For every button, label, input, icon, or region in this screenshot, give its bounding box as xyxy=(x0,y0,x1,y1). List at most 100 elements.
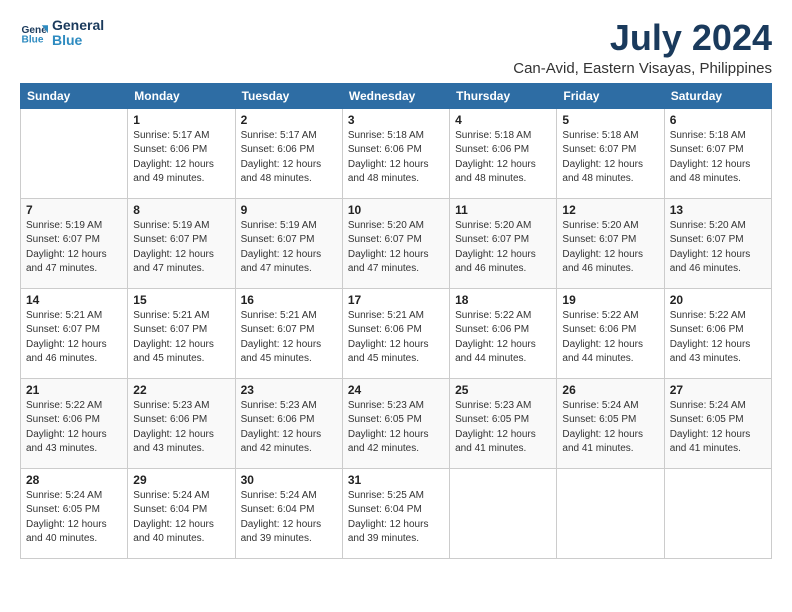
weekday-header-tuesday: Tuesday xyxy=(235,83,342,108)
day-info: Sunrise: 5:18 AMSunset: 6:06 PMDaylight:… xyxy=(455,129,551,187)
day-info: Sunrise: 5:19 AMSunset: 6:07 PMDaylight:… xyxy=(133,219,229,277)
day-info: Sunrise: 5:23 AMSunset: 6:05 PMDaylight:… xyxy=(348,399,444,457)
day-info: Sunrise: 5:21 AMSunset: 6:07 PMDaylight:… xyxy=(241,309,337,367)
weekday-header-wednesday: Wednesday xyxy=(342,83,449,108)
main-title: July 2024 xyxy=(513,18,772,58)
calendar-week-4: 21Sunrise: 5:22 AMSunset: 6:06 PMDayligh… xyxy=(21,378,772,468)
logo-blue: Blue xyxy=(52,33,104,48)
calendar-week-1: 1Sunrise: 5:17 AMSunset: 6:06 PMDaylight… xyxy=(21,108,772,198)
svg-text:Blue: Blue xyxy=(22,35,44,46)
day-number: 3 xyxy=(348,113,444,127)
day-info: Sunrise: 5:23 AMSunset: 6:05 PMDaylight:… xyxy=(455,399,551,457)
day-number: 16 xyxy=(241,293,337,307)
day-number: 29 xyxy=(133,473,229,487)
calendar-week-5: 28 Sunrise: 5:24 AMSunset: 6:05 PMDayligh… xyxy=(21,468,772,558)
day-number: 13 xyxy=(670,203,766,217)
day-number: 5 xyxy=(562,113,658,127)
calendar-cell: 30Sunrise: 5:24 AMSunset: 6:04 PMDayligh… xyxy=(235,468,342,558)
calendar-cell: 4 Sunrise: 5:18 AMSunset: 6:06 PMDaylight… xyxy=(450,108,557,198)
calendar-cell: 7Sunrise: 5:19 AMSunset: 6:07 PMDaylight… xyxy=(21,198,128,288)
title-block: July 2024 Can-Avid, Eastern Visayas, Phi… xyxy=(513,18,772,77)
calendar-cell: 25 Sunrise: 5:23 AMSunset: 6:05 PMDayligh… xyxy=(450,378,557,468)
calendar-cell: 11 Sunrise: 5:20 AMSunset: 6:07 PMDayligh… xyxy=(450,198,557,288)
calendar-cell: 15Sunrise: 5:21 AMSunset: 6:07 PMDayligh… xyxy=(128,288,235,378)
calendar-cell: 16 Sunrise: 5:21 AMSunset: 6:07 PMDayligh… xyxy=(235,288,342,378)
day-info: Sunrise: 5:24 AMSunset: 6:04 PMDaylight:… xyxy=(241,489,337,547)
calendar-week-2: 7 Sunrise: 5:19 AMSunset: 6:07 PMDaylight… xyxy=(21,198,772,288)
logo-general: General xyxy=(52,18,104,33)
calendar-cell: 31 Sunrise: 5:25 AMSunset: 6:04 PMDayligh… xyxy=(342,468,449,558)
day-info: Sunrise: 5:24 AMSunset: 6:04 PMDaylight:… xyxy=(133,489,229,547)
day-number: 2 xyxy=(241,113,337,127)
day-number: 8 xyxy=(133,203,229,217)
day-info: Sunrise: 5:22 AMSunset: 6:06 PMDaylight:… xyxy=(562,309,658,367)
calendar-cell: 9 Sunrise: 5:19 AMSunset: 6:07 PMDaylight… xyxy=(235,198,342,288)
day-info: Sunrise: 5:20 AMSunset: 6:07 PMDaylight:… xyxy=(670,219,766,277)
calendar-cell: 2Sunrise: 5:17 AMSunset: 6:06 PMDaylight… xyxy=(235,108,342,198)
page: General Blue General Blue July 2024 Can-… xyxy=(0,0,792,569)
day-number: 31 xyxy=(348,473,444,487)
calendar-cell: 5Sunrise: 5:18 AMSunset: 6:07 PMDaylight… xyxy=(557,108,664,198)
calendar-cell: 12 Sunrise: 5:20 AMSunset: 6:07 PMDayligh… xyxy=(557,198,664,288)
calendar-cell: 20Sunrise: 5:22 AMSunset: 6:06 PMDayligh… xyxy=(664,288,771,378)
calendar-cell: 24 Sunrise: 5:23 AMSunset: 6:05 PMDayligh… xyxy=(342,378,449,468)
day-number: 17 xyxy=(348,293,444,307)
day-number: 28 xyxy=(26,473,122,487)
calendar-cell xyxy=(21,108,128,198)
day-info: Sunrise: 5:22 AMSunset: 6:06 PMDaylight:… xyxy=(670,309,766,367)
calendar-cell xyxy=(450,468,557,558)
weekday-header-friday: Friday xyxy=(557,83,664,108)
weekday-header-saturday: Saturday xyxy=(664,83,771,108)
day-info: Sunrise: 5:23 AMSunset: 6:06 PMDaylight:… xyxy=(133,399,229,457)
day-number: 7 xyxy=(26,203,122,217)
day-number: 26 xyxy=(562,383,658,397)
day-number: 23 xyxy=(241,383,337,397)
logo-icon: General Blue xyxy=(20,19,48,47)
calendar-table: SundayMondayTuesdayWednesdayThursdayFrid… xyxy=(20,83,772,559)
day-number: 12 xyxy=(562,203,658,217)
day-number: 6 xyxy=(670,113,766,127)
day-info: Sunrise: 5:19 AMSunset: 6:07 PMDaylight:… xyxy=(241,219,337,277)
day-number: 27 xyxy=(670,383,766,397)
day-number: 21 xyxy=(26,383,122,397)
calendar-cell: 1Sunrise: 5:17 AMSunset: 6:06 PMDaylight… xyxy=(128,108,235,198)
calendar-cell: 26 Sunrise: 5:24 AMSunset: 6:05 PMDayligh… xyxy=(557,378,664,468)
header: General Blue General Blue July 2024 Can-… xyxy=(20,18,772,77)
calendar-body: 1Sunrise: 5:17 AMSunset: 6:06 PMDaylight… xyxy=(21,108,772,558)
day-number: 11 xyxy=(455,203,551,217)
calendar-cell: 19 Sunrise: 5:22 AMSunset: 6:06 PMDayligh… xyxy=(557,288,664,378)
day-info: Sunrise: 5:24 AMSunset: 6:05 PMDaylight:… xyxy=(26,489,122,547)
day-number: 24 xyxy=(348,383,444,397)
calendar-cell: 21Sunrise: 5:22 AMSunset: 6:06 PMDayligh… xyxy=(21,378,128,468)
day-number: 19 xyxy=(562,293,658,307)
day-info: Sunrise: 5:24 AMSunset: 6:05 PMDaylight:… xyxy=(562,399,658,457)
day-info: Sunrise: 5:20 AMSunset: 6:07 PMDaylight:… xyxy=(455,219,551,277)
calendar-cell: 22Sunrise: 5:23 AMSunset: 6:06 PMDayligh… xyxy=(128,378,235,468)
calendar-cell: 6 Sunrise: 5:18 AMSunset: 6:07 PMDaylight… xyxy=(664,108,771,198)
calendar-cell xyxy=(557,468,664,558)
calendar-cell xyxy=(664,468,771,558)
logo: General Blue General Blue xyxy=(20,18,104,49)
calendar-cell: 13 Sunrise: 5:20 AMSunset: 6:07 PMDayligh… xyxy=(664,198,771,288)
day-number: 25 xyxy=(455,383,551,397)
weekday-header-thursday: Thursday xyxy=(450,83,557,108)
day-info: Sunrise: 5:24 AMSunset: 6:05 PMDaylight:… xyxy=(670,399,766,457)
day-number: 14 xyxy=(26,293,122,307)
day-number: 18 xyxy=(455,293,551,307)
day-info: Sunrise: 5:21 AMSunset: 6:07 PMDaylight:… xyxy=(133,309,229,367)
calendar-cell: 29 Sunrise: 5:24 AMSunset: 6:04 PMDayligh… xyxy=(128,468,235,558)
calendar-cell: 10Sunrise: 5:20 AMSunset: 6:07 PMDayligh… xyxy=(342,198,449,288)
day-info: Sunrise: 5:18 AMSunset: 6:06 PMDaylight:… xyxy=(348,129,444,187)
day-number: 10 xyxy=(348,203,444,217)
calendar-cell: 14Sunrise: 5:21 AMSunset: 6:07 PMDayligh… xyxy=(21,288,128,378)
weekday-header-monday: Monday xyxy=(128,83,235,108)
day-number: 4 xyxy=(455,113,551,127)
day-number: 9 xyxy=(241,203,337,217)
day-info: Sunrise: 5:25 AMSunset: 6:04 PMDaylight:… xyxy=(348,489,444,547)
calendar-header: SundayMondayTuesdayWednesdayThursdayFrid… xyxy=(21,83,772,108)
calendar-cell: 17Sunrise: 5:21 AMSunset: 6:06 PMDayligh… xyxy=(342,288,449,378)
calendar-week-3: 14 Sunrise: 5:21 AMSunset: 6:07 PMDayligh… xyxy=(21,288,772,378)
subtitle: Can-Avid, Eastern Visayas, Philippines xyxy=(513,60,772,77)
day-info: Sunrise: 5:18 AMSunset: 6:07 PMDaylight:… xyxy=(670,129,766,187)
day-info: Sunrise: 5:20 AMSunset: 6:07 PMDaylight:… xyxy=(562,219,658,277)
